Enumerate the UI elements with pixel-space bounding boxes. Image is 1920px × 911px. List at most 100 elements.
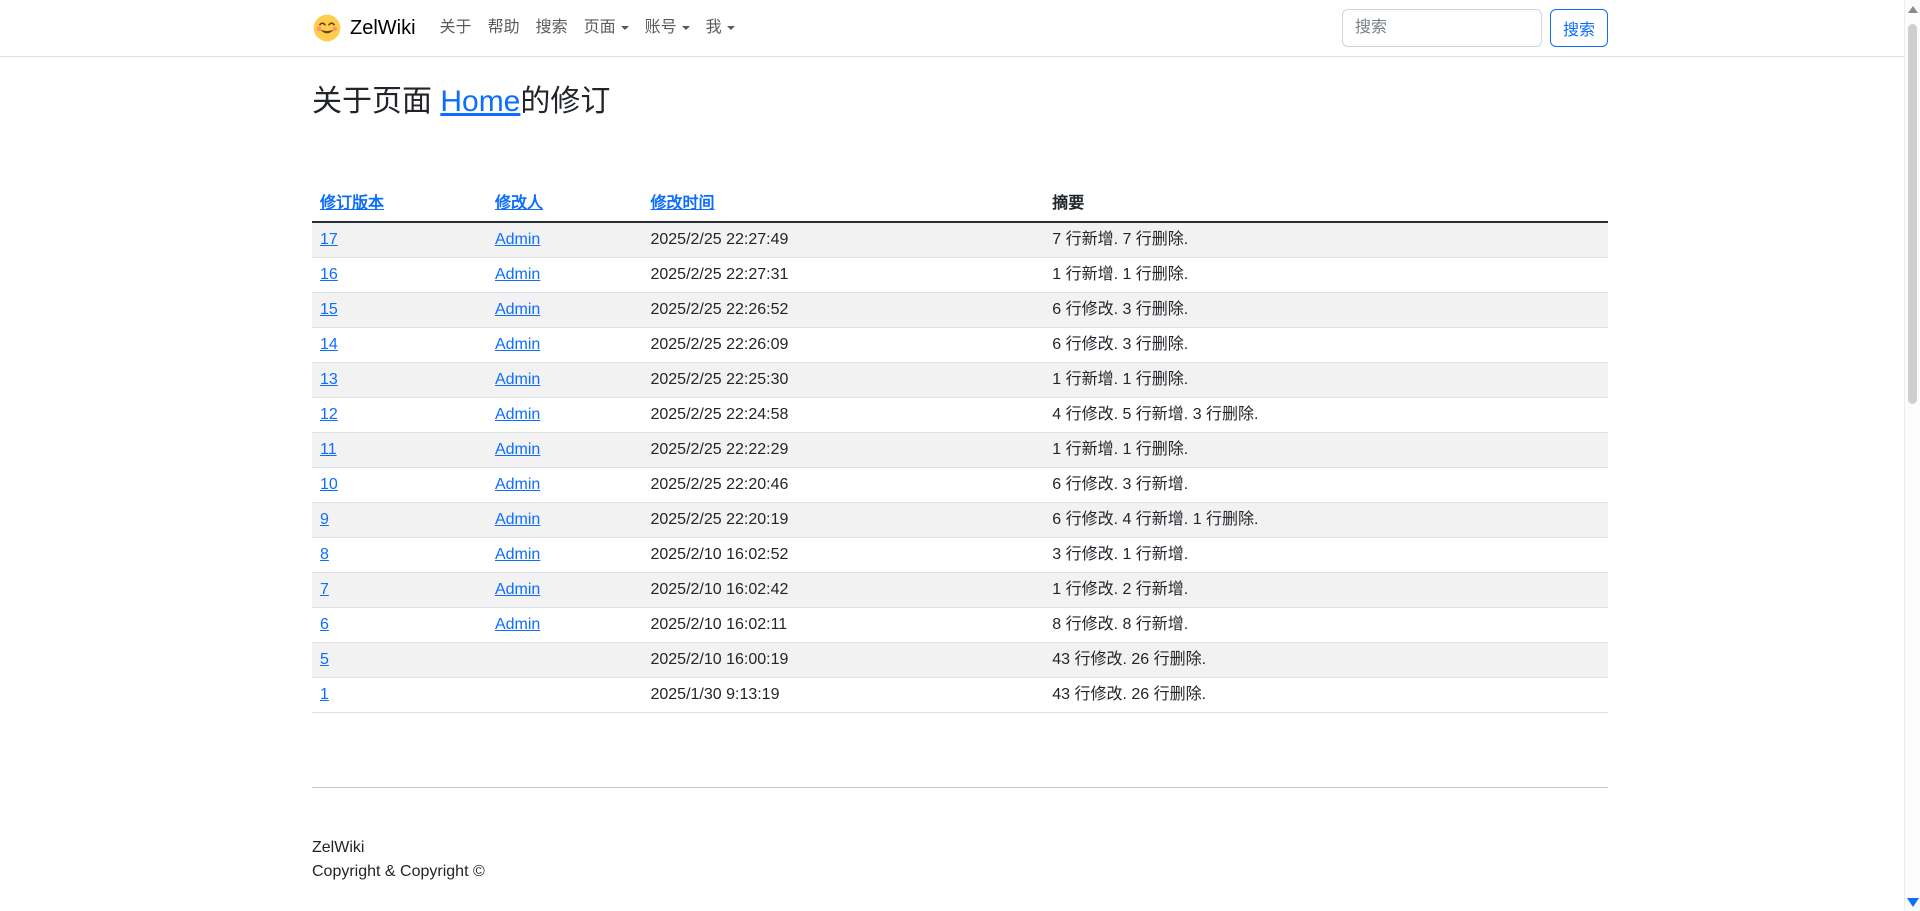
table-row: 16 Admin 2025/2/25 22:27:31 1 行新增. 1 行删除…: [312, 258, 1608, 293]
footer-copyright: Copyright & Copyright ©: [312, 860, 1608, 884]
revision-time: 2025/2/10 16:02:52: [642, 538, 1044, 573]
scrollbar-thumb[interactable]: [1908, 24, 1917, 404]
revision-time: 2025/2/25 22:20:46: [642, 468, 1044, 503]
nav-item-help[interactable]: 帮助: [480, 8, 528, 48]
nav-item-label: 页面: [584, 19, 616, 36]
revision-time: 2025/2/10 16:02:42: [642, 573, 1044, 608]
table-row: 1 2025/1/30 9:13:19 43 行修改. 26 行删除.: [312, 678, 1608, 713]
footer-brand: ZelWiki: [312, 836, 1608, 860]
top-navbar: ZelWiki 关于 帮助 搜索 页面 账号 我 搜索: [0, 0, 1920, 57]
nav-item-label: 搜索: [536, 19, 568, 36]
col-header-time[interactable]: 修改时间: [650, 195, 714, 212]
col-header-user[interactable]: 修改人: [495, 195, 543, 212]
nav-item-pages[interactable]: 页面: [576, 8, 637, 48]
table-row: 8 Admin 2025/2/10 16:02:52 3 行修改. 1 行新增.: [312, 538, 1608, 573]
revision-link[interactable]: 9: [320, 511, 329, 528]
user-link[interactable]: Admin: [495, 546, 540, 563]
table-row: 12 Admin 2025/2/25 22:24:58 4 行修改. 5 行新增…: [312, 398, 1608, 433]
user-link[interactable]: Admin: [495, 616, 540, 633]
revision-link[interactable]: 16: [320, 266, 338, 283]
user-link[interactable]: Admin: [495, 441, 540, 458]
revision-link[interactable]: 7: [320, 581, 329, 598]
table-row: 10 Admin 2025/2/25 22:20:46 6 行修改. 3 行新增…: [312, 468, 1608, 503]
revision-summary: 6 行修改. 3 行删除.: [1044, 293, 1608, 328]
table-row: 6 Admin 2025/2/10 16:02:11 8 行修改. 8 行新增.: [312, 608, 1608, 643]
revision-time: 2025/1/30 9:13:19: [642, 678, 1044, 713]
nav-item-me[interactable]: 我: [698, 8, 743, 48]
revision-time: 2025/2/25 22:27:49: [642, 222, 1044, 258]
revision-summary: 4 行修改. 5 行新增. 3 行删除.: [1044, 398, 1608, 433]
user-link[interactable]: Admin: [495, 266, 540, 283]
user-link[interactable]: Admin: [495, 301, 540, 318]
revision-link[interactable]: 10: [320, 476, 338, 493]
page-title-prefix: 关于页面: [312, 85, 440, 118]
revision-summary: 7 行新增. 7 行删除.: [1044, 222, 1608, 258]
nav-item-label: 我: [706, 19, 722, 36]
user-link[interactable]: Admin: [495, 371, 540, 388]
revision-summary: 6 行修改. 3 行删除.: [1044, 328, 1608, 363]
revisions-table-wrap: 修订版本 修改人 修改时间 摘要 17 Admin 2025/2/25 22:2…: [312, 187, 1608, 713]
table-row: 13 Admin 2025/2/25 22:25:30 1 行新增. 1 行删除…: [312, 363, 1608, 398]
revision-time: 2025/2/25 22:20:19: [642, 503, 1044, 538]
revision-link[interactable]: 15: [320, 301, 338, 318]
nav-item-account[interactable]: 账号: [637, 8, 698, 48]
table-row: 5 2025/2/10 16:00:19 43 行修改. 26 行删除.: [312, 643, 1608, 678]
chevron-down-icon: [727, 26, 735, 30]
table-row: 17 Admin 2025/2/25 22:27:49 7 行新增. 7 行删除…: [312, 222, 1608, 258]
nav-item-search[interactable]: 搜索: [528, 8, 576, 48]
user-link[interactable]: Admin: [495, 231, 540, 248]
brand-text: ZelWiki: [350, 13, 416, 43]
revision-time: 2025/2/25 22:25:30: [642, 363, 1044, 398]
revision-link[interactable]: 17: [320, 231, 338, 248]
col-header-revision[interactable]: 修订版本: [320, 195, 384, 212]
revision-summary: 43 行修改. 26 行删除.: [1044, 678, 1608, 713]
nav-item-label: 关于: [440, 19, 472, 36]
table-row: 7 Admin 2025/2/10 16:02:42 1 行修改. 2 行新增.: [312, 573, 1608, 608]
chevron-down-icon: [682, 26, 690, 30]
revision-link[interactable]: 6: [320, 616, 329, 633]
revisions-table: 修订版本 修改人 修改时间 摘要 17 Admin 2025/2/25 22:2…: [312, 187, 1608, 713]
revision-time: 2025/2/10 16:02:11: [642, 608, 1044, 643]
table-row: 14 Admin 2025/2/25 22:26:09 6 行修改. 3 行删除…: [312, 328, 1608, 363]
revision-summary: 8 行修改. 8 行新增.: [1044, 608, 1608, 643]
table-header-row: 修订版本 修改人 修改时间 摘要: [312, 187, 1608, 222]
revision-link[interactable]: 12: [320, 406, 338, 423]
logo-emoji-icon: [312, 13, 342, 43]
col-header-summary: 摘要: [1044, 187, 1608, 222]
scroll-down-icon[interactable]: [1907, 898, 1919, 907]
nav-item-label: 账号: [645, 19, 677, 36]
revision-link[interactable]: 14: [320, 336, 338, 353]
revision-link[interactable]: 13: [320, 371, 338, 388]
search-input[interactable]: [1342, 9, 1542, 47]
revision-time: 2025/2/25 22:22:29: [642, 433, 1044, 468]
vertical-scrollbar[interactable]: [1904, 0, 1920, 911]
brand-link[interactable]: ZelWiki: [312, 13, 416, 43]
table-row: 11 Admin 2025/2/25 22:22:29 1 行新增. 1 行删除…: [312, 433, 1608, 468]
revision-link[interactable]: 5: [320, 651, 329, 668]
revision-summary: 43 行修改. 26 行删除.: [1044, 643, 1608, 678]
main-nav: 关于 帮助 搜索 页面 账号 我: [432, 8, 743, 48]
revision-summary: 1 行修改. 2 行新增.: [1044, 573, 1608, 608]
revision-time: 2025/2/25 22:26:52: [642, 293, 1044, 328]
user-link[interactable]: Admin: [495, 336, 540, 353]
revision-summary: 1 行新增. 1 行删除.: [1044, 258, 1608, 293]
revision-link[interactable]: 1: [320, 686, 329, 703]
user-link[interactable]: Admin: [495, 476, 540, 493]
user-link[interactable]: Admin: [495, 511, 540, 528]
search-button[interactable]: 搜索: [1550, 9, 1608, 47]
page-title-home-link[interactable]: Home: [440, 85, 520, 118]
table-row: 9 Admin 2025/2/25 22:20:19 6 行修改. 4 行新增.…: [312, 503, 1608, 538]
user-link[interactable]: Admin: [495, 581, 540, 598]
page-title: 关于页面 Home的修订: [312, 81, 1608, 123]
revision-link[interactable]: 11: [320, 441, 337, 458]
scroll-up-icon[interactable]: [1908, 6, 1918, 13]
nav-item-label: 帮助: [488, 19, 520, 36]
revision-link[interactable]: 8: [320, 546, 329, 563]
nav-item-about[interactable]: 关于: [432, 8, 480, 48]
footer-divider: [312, 787, 1608, 788]
revision-summary: 3 行修改. 1 行新增.: [1044, 538, 1608, 573]
revision-summary: 1 行新增. 1 行删除.: [1044, 363, 1608, 398]
user-link[interactable]: Admin: [495, 406, 540, 423]
revision-summary: 6 行修改. 3 行新增.: [1044, 468, 1608, 503]
table-row: 15 Admin 2025/2/25 22:26:52 6 行修改. 3 行删除…: [312, 293, 1608, 328]
